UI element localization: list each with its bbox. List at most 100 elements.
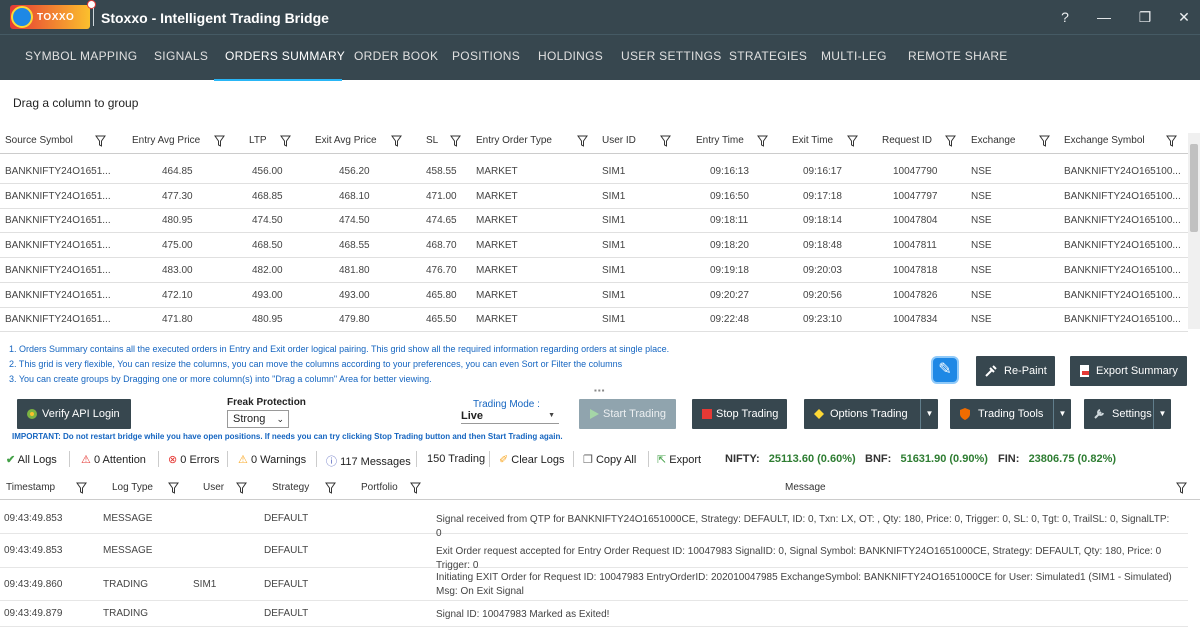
table-cell: 480.95 bbox=[162, 215, 193, 227]
tab-multi-leg[interactable]: MULTI-LEG bbox=[821, 49, 887, 63]
paint-brush-icon[interactable]: ✎ bbox=[931, 356, 959, 384]
log-row[interactable]: 09:43:49.860 TRADING SIM1 DEFAULT Initiating… bbox=[0, 568, 1188, 601]
table-cell: 482.00 bbox=[252, 264, 283, 276]
tab-symbol-mapping[interactable]: SYMBOL MAPPING bbox=[25, 49, 137, 63]
filter-icon[interactable] bbox=[410, 481, 421, 494]
table-cell: 09:18:48 bbox=[803, 240, 842, 252]
group-drop-area[interactable]: Drag a column to group bbox=[13, 96, 138, 110]
table-row[interactable]: BANKNIFTY24O1651... 480.95 474.50 474.50 474… bbox=[0, 208, 1188, 234]
log-row[interactable]: 09:43:49.853 MESSAGE DEFAULT Exit Order req… bbox=[0, 534, 1188, 571]
clear-logs-button[interactable]: ✐ Clear Logs bbox=[499, 453, 564, 466]
table-cell: SIM1 bbox=[602, 314, 626, 326]
attention-icon: ⚠ bbox=[81, 454, 91, 466]
tab-holdings[interactable]: HOLDINGS bbox=[538, 49, 603, 63]
column-header[interactable]: Request ID bbox=[882, 135, 932, 146]
copy-all-button[interactable]: ❐ Copy All bbox=[583, 453, 636, 466]
filter-icon[interactable] bbox=[214, 134, 225, 147]
filter-icon[interactable] bbox=[325, 481, 336, 494]
start-trading-button[interactable]: Start Trading bbox=[579, 399, 676, 429]
trading-tools-button[interactable]: Trading Tools ▼ bbox=[950, 399, 1071, 429]
chevron-down-icon[interactable]: ▼ bbox=[1153, 399, 1171, 429]
filter-icon[interactable] bbox=[945, 134, 956, 147]
column-header[interactable]: Entry Avg Price bbox=[132, 135, 200, 146]
tab-order-book[interactable]: ORDER BOOK bbox=[354, 49, 438, 63]
filter-icon[interactable] bbox=[1176, 481, 1187, 494]
verify-api-login-button[interactable]: Verify API Login bbox=[17, 399, 131, 429]
trading-mode-select[interactable]: Live ▼ bbox=[461, 408, 559, 424]
log-column-header[interactable]: Message bbox=[785, 482, 826, 493]
filter-icon[interactable] bbox=[757, 134, 768, 147]
filter-icon[interactable] bbox=[391, 134, 402, 147]
filter-icon[interactable] bbox=[577, 134, 588, 147]
column-header[interactable]: Entry Order Type bbox=[476, 135, 552, 146]
column-header[interactable]: User ID bbox=[602, 135, 636, 146]
filter-icon[interactable] bbox=[660, 134, 671, 147]
log-column-header[interactable]: Log Type bbox=[112, 482, 153, 493]
filter-icon[interactable] bbox=[847, 134, 858, 147]
trading-filter[interactable]: 150 Trading bbox=[427, 453, 485, 465]
warnings-filter[interactable]: ⚠ 0 Warnings bbox=[238, 453, 306, 466]
minimize-button[interactable]: — bbox=[1093, 6, 1115, 28]
filter-icon[interactable] bbox=[280, 134, 291, 147]
table-row[interactable]: BANKNIFTY24O1651... 477.30 468.85 468.10 471… bbox=[0, 184, 1188, 209]
export-summary-button[interactable]: Export Summary bbox=[1070, 356, 1187, 386]
tab-strategies[interactable]: STRATEGIES bbox=[729, 49, 807, 63]
log-row[interactable]: 09:43:49.853 MESSAGE DEFAULT Signal receive… bbox=[0, 504, 1188, 539]
log-time: 09:43:49.860 bbox=[4, 578, 63, 590]
repaint-button[interactable]: Re-Paint bbox=[976, 356, 1055, 386]
tab-signals[interactable]: SIGNALS bbox=[154, 49, 208, 63]
filter-icon[interactable] bbox=[168, 481, 179, 494]
table-cell: 09:18:11 bbox=[710, 215, 749, 227]
table-row[interactable]: BANKNIFTY24O1651... 471.80 480.95 479.80 465… bbox=[0, 307, 1188, 333]
table-row[interactable]: BANKNIFTY24O1651... 475.00 468.50 468.55 468… bbox=[0, 233, 1188, 259]
column-header[interactable]: Exchange bbox=[971, 135, 1015, 146]
table-row[interactable]: BANKNIFTY24O1651... 464.85 456.00 456.20 458… bbox=[0, 159, 1188, 184]
column-header[interactable]: Exit Time bbox=[792, 135, 833, 146]
close-button[interactable]: ✕ bbox=[1173, 6, 1195, 28]
filter-icon[interactable] bbox=[450, 134, 461, 147]
table-cell: 09:20:27 bbox=[710, 289, 749, 301]
table-row[interactable]: BANKNIFTY24O1651... 483.00 482.00 481.80 476… bbox=[0, 258, 1188, 283]
log-column-header[interactable]: Timestamp bbox=[6, 482, 55, 493]
log-column-header[interactable]: Portfolio bbox=[361, 482, 398, 493]
filter-icon[interactable] bbox=[95, 134, 106, 147]
maximize-button[interactable]: ❐ bbox=[1134, 6, 1156, 28]
messages-filter[interactable]: ⓘ 117 Messages bbox=[326, 453, 411, 469]
table-cell: MARKET bbox=[476, 314, 518, 326]
settings-button[interactable]: Settings ▼ bbox=[1084, 399, 1171, 429]
chevron-down-icon[interactable]: ▼ bbox=[920, 399, 938, 429]
tab-remote-share[interactable]: REMOTE SHARE bbox=[908, 49, 1008, 63]
attention-filter[interactable]: ⚠ 0 Attention bbox=[81, 453, 146, 466]
table-row[interactable]: BANKNIFTY24O1651... 472.10 493.00 493.00 465… bbox=[0, 283, 1188, 308]
export-label: Export bbox=[669, 454, 702, 466]
log-column-header[interactable]: Strategy bbox=[272, 482, 309, 493]
freak-protection-select[interactable]: Strong ⌄ bbox=[227, 410, 289, 428]
tab-orders-summary[interactable]: ORDERS SUMMARY bbox=[225, 49, 345, 63]
table-cell: BANKNIFTY24O1651... bbox=[5, 314, 111, 326]
column-header[interactable]: Exit Avg Price bbox=[315, 135, 377, 146]
log-column-header[interactable]: User bbox=[203, 482, 224, 493]
stop-trading-button[interactable]: Stop Trading bbox=[692, 399, 787, 429]
errors-filter[interactable]: ⊗ 0 Errors bbox=[168, 453, 219, 466]
tab-user-settings[interactable]: USER SETTINGS bbox=[621, 49, 722, 63]
export-logs-button[interactable]: ⇱ Export bbox=[657, 453, 701, 466]
splitter-handle[interactable]: ▪▪▪ bbox=[594, 386, 606, 395]
log-row[interactable]: 09:43:49.879 TRADING DEFAULT Signal ID: 100… bbox=[0, 601, 1188, 627]
all-logs-filter[interactable]: ✔ All Logs bbox=[6, 453, 57, 466]
filter-icon[interactable] bbox=[76, 481, 87, 494]
column-header[interactable]: SL bbox=[426, 135, 438, 146]
filter-icon[interactable] bbox=[1039, 134, 1050, 147]
chevron-down-icon[interactable]: ▼ bbox=[1053, 399, 1071, 429]
column-header[interactable]: Source Symbol bbox=[5, 135, 73, 146]
filter-icon[interactable] bbox=[236, 481, 247, 494]
help-button[interactable]: ? bbox=[1054, 6, 1076, 28]
options-trading-button[interactable]: Options Trading ▼ bbox=[804, 399, 938, 429]
table-cell: 09:16:17 bbox=[803, 166, 842, 177]
column-header[interactable]: Entry Time bbox=[696, 135, 744, 146]
orders-scroll-thumb[interactable] bbox=[1190, 144, 1198, 232]
column-header[interactable]: LTP bbox=[249, 135, 267, 146]
column-header[interactable]: Exchange Symbol bbox=[1064, 135, 1145, 146]
tab-positions[interactable]: POSITIONS bbox=[452, 49, 520, 63]
trading-mode-value: Live bbox=[461, 410, 484, 422]
filter-icon[interactable] bbox=[1166, 134, 1177, 147]
